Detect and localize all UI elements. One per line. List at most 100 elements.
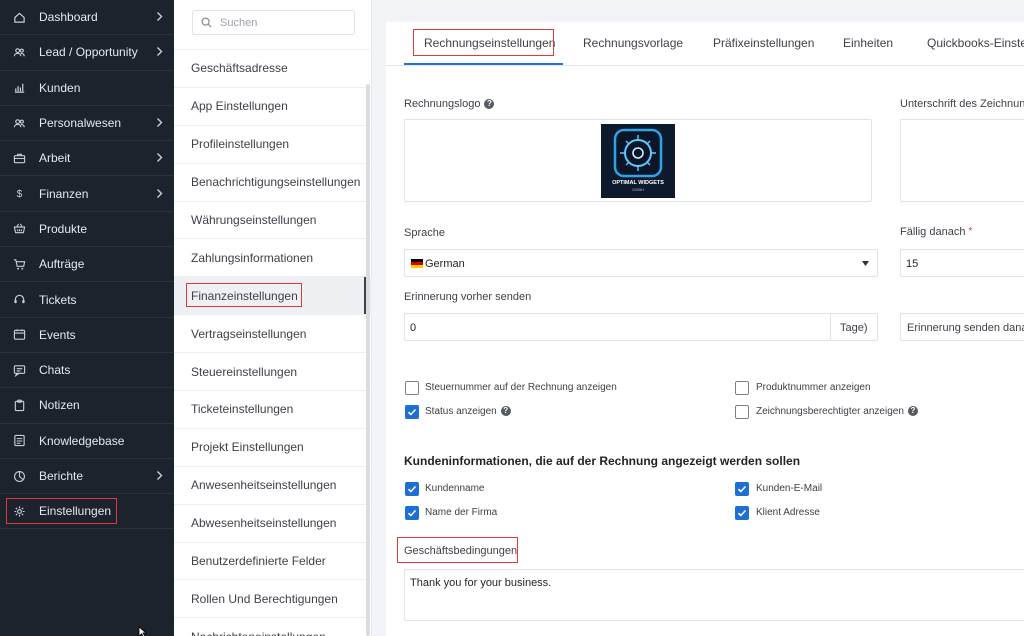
settings-item-geschäftsadresse[interactable]: Geschäftsadresse: [174, 49, 372, 87]
settings-menu-list: Geschäftsadresse App Einstellungen Profile…: [174, 49, 372, 636]
checkbox-signatory[interactable]: [735, 405, 749, 419]
settings-item-label: Abwesenheitseinstellungen: [191, 516, 337, 531]
invoice-settings-panel: Rechnungseinstellungen Rechnungsvorlage …: [386, 22, 1024, 636]
settings-item-highlight-box: [186, 283, 302, 308]
settings-item-rollen-und-berechtigungen[interactable]: Rollen Und Berechtigungen: [174, 579, 372, 617]
settings-item-ticketeinstellungen[interactable]: Ticketeinstellungen: [174, 390, 372, 428]
cart-icon: [11, 256, 27, 272]
chevron-right-icon: [156, 116, 163, 131]
check-icon: [407, 485, 417, 493]
caret-down-icon: [862, 261, 869, 266]
settings-item-label: Steuereinstellungen: [191, 364, 298, 379]
help-icon[interactable]: ?: [500, 406, 511, 417]
sidebar-item-label: Aufträge: [39, 257, 85, 272]
sidebar-item-label: Produkte: [39, 221, 88, 236]
checkbox-company-name[interactable]: [405, 506, 419, 520]
settings-item-zahlungsinformationen[interactable]: Zahlungsinformationen: [174, 238, 372, 276]
sidebar-item-label: Events: [39, 327, 76, 342]
reminder-after-value: Erinnerung senden danac: [907, 322, 1024, 334]
sidebar-item-kunden[interactable]: Kunden: [0, 71, 174, 106]
sidebar-item-tickets[interactable]: Tickets: [0, 282, 174, 318]
settings-item-abwesenheitseinstellungen[interactable]: Abwesenheitseinstellungen: [174, 503, 372, 542]
checkbox-client-address[interactable]: [735, 506, 749, 520]
checkbox-customer-name[interactable]: [405, 482, 419, 496]
calendar-icon: [11, 327, 27, 343]
tab-einheiten[interactable]: Einheiten: [843, 36, 893, 50]
people-icon: [11, 115, 27, 131]
settings-search-input[interactable]: Suchen: [192, 10, 355, 35]
sidebar-item-personalwesen[interactable]: Personalwesen: [0, 106, 174, 142]
settings-menu-scrollbar[interactable]: [366, 84, 370, 636]
settings-item-benutzerdefinierte-felder[interactable]: Benutzerdefinierte Felder: [174, 541, 372, 580]
settings-item-finanzeinstellungen[interactable]: Finanzeinstellungen: [174, 276, 372, 315]
reminder-unit-addon: Tage): [830, 313, 878, 341]
chevron-right-icon: [156, 45, 163, 60]
tab-praefixeinstellungen[interactable]: Präfixeinstellungen: [713, 36, 814, 50]
logo-subtext: GMBH: [632, 187, 644, 192]
help-icon[interactable]: ?: [907, 406, 918, 417]
sidebar-item-label: Arbeit: [39, 151, 71, 166]
settings-item-steuereinstellungen[interactable]: Steuereinstellungen: [174, 352, 372, 390]
language-label: Sprache: [404, 227, 445, 239]
sidebar-item-label: Kunden: [39, 80, 81, 95]
tab-rechnungsvorlage[interactable]: Rechnungsvorlage: [583, 36, 683, 50]
due-days-input[interactable]: 15: [900, 249, 1024, 277]
settings-item-anwesenheitseinstellungen[interactable]: Anwesenheitseinstellungen: [174, 465, 372, 504]
sidebar-item-chats[interactable]: Chats: [0, 353, 174, 389]
checkbox-tax-number-label: Steuernummer auf der Rechnung anzeigen: [425, 382, 617, 393]
reminder-after-select[interactable]: Erinnerung senden danac: [900, 313, 1024, 341]
checkbox-status[interactable]: [405, 405, 419, 419]
check-icon: [407, 509, 417, 517]
sidebar-item-berichte[interactable]: Berichte: [0, 459, 174, 495]
settings-item-benachrichtigungseinstellungen[interactable]: Benachrichtigungseinstellungen: [174, 162, 372, 201]
users-icon: [11, 44, 27, 60]
german-flag-icon: [411, 259, 423, 268]
sidebar-highlight-box: [6, 498, 117, 525]
checkbox-status-label: Status anzeigen?: [425, 406, 511, 417]
chevron-right-icon: [156, 151, 163, 166]
checkbox-product-number-label: Produktnummer anzeigen: [756, 382, 871, 393]
settings-item-label: Benutzerdefinierte Felder: [191, 554, 326, 569]
settings-item-profileinstellungen[interactable]: Profileinstellungen: [174, 124, 372, 163]
sidebar-item-label: Lead / Opportunity: [39, 45, 138, 60]
sidebar-item-einstellungen[interactable]: Einstellungen: [0, 494, 174, 530]
sidebar-item-knowledgebase[interactable]: Knowledgebase: [0, 424, 174, 459]
help-icon[interactable]: ?: [484, 99, 495, 110]
check-icon: [737, 509, 747, 517]
terms-textarea[interactable]: Thank you for your business.: [404, 569, 1024, 621]
reminder-before-input[interactable]: 0: [404, 313, 831, 341]
svg-text:$: $: [16, 189, 22, 200]
dollar-icon: $: [11, 186, 27, 202]
settings-item-nachrichteneinstellungen[interactable]: Nachrichteneinstellungen: [174, 617, 372, 636]
language-value: German: [425, 258, 465, 270]
sidebar-item-finanzen[interactable]: $ Finanzen: [0, 176, 174, 212]
settings-item-app-einstellungen[interactable]: App Einstellungen: [174, 86, 372, 125]
checkbox-product-number[interactable]: [735, 381, 749, 395]
active-tab-indicator: [404, 63, 563, 65]
settings-item-projekt-einstellungen[interactable]: Projekt Einstellungen: [174, 427, 372, 466]
tab-quickbooks[interactable]: Quickbooks-Einstell: [927, 36, 1024, 50]
language-select[interactable]: German: [404, 249, 878, 277]
checkbox-customer-email[interactable]: [735, 482, 749, 496]
settings-item-vertragseinstellungen[interactable]: Vertragseinstellungen: [174, 314, 372, 352]
reminder-label: Erinnerung vorher senden: [404, 291, 532, 303]
settings-item-label: Rollen Und Berechtigungen: [191, 591, 338, 606]
sidebar-item-notizen[interactable]: Notizen: [0, 388, 174, 424]
check-icon: [407, 408, 417, 416]
sidebar-item-events[interactable]: Events: [0, 318, 174, 353]
sidebar-item-dashboard[interactable]: Dashboard: [0, 0, 174, 36]
sidebar-item-produkte[interactable]: Produkte: [0, 212, 174, 248]
company-logo: OPTIMAL WIDGETS GMBH: [601, 124, 675, 198]
signature-upload-area[interactable]: [900, 119, 1024, 202]
logo-image: OPTIMAL WIDGETS GMBH: [612, 128, 664, 192]
sidebar-item-aufträge[interactable]: Aufträge: [0, 247, 174, 283]
headset-icon: [11, 292, 27, 308]
sidebar-item-lead-opportunity[interactable]: Lead / Opportunity: [0, 35, 174, 71]
settings-item-label: Benachrichtigungseinstellungen: [191, 175, 361, 190]
settings-item-währungseinstellungen[interactable]: Währungseinstellungen: [174, 200, 372, 239]
settings-item-label: Profileinstellungen: [191, 137, 290, 152]
search-icon: [201, 17, 212, 28]
sidebar-item-arbeit[interactable]: Arbeit: [0, 141, 174, 177]
customer-info-title: Kundeninformationen, die auf der Rechnun…: [404, 454, 801, 468]
checkbox-tax-number[interactable]: [405, 381, 419, 395]
